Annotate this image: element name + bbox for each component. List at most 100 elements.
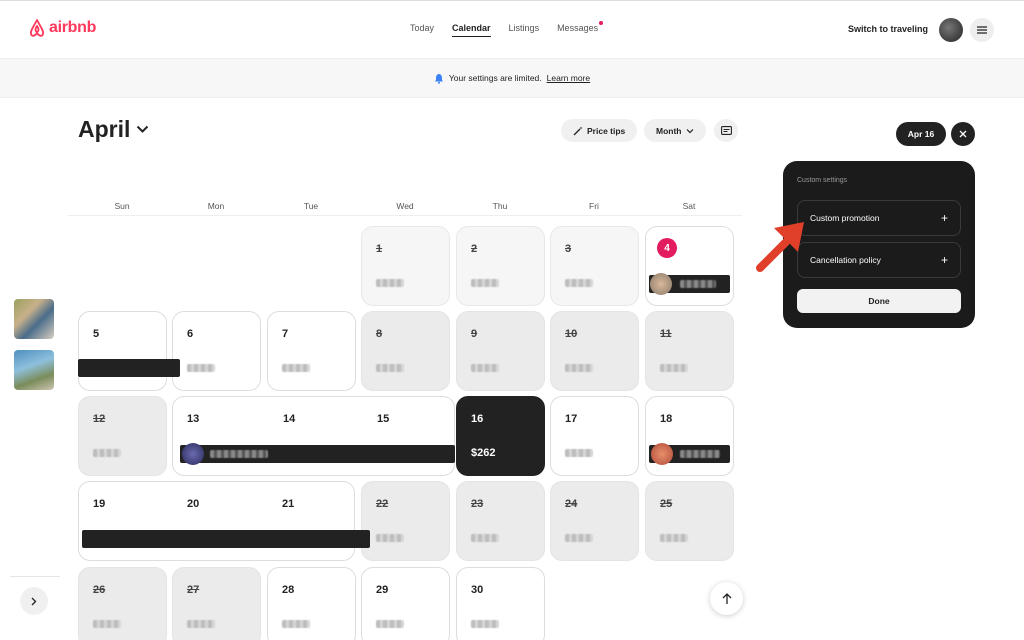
guest-avatar bbox=[650, 273, 672, 295]
weekday-mon: Mon bbox=[207, 201, 225, 211]
blurred-price bbox=[187, 620, 215, 628]
listing-view-button[interactable] bbox=[714, 119, 738, 142]
day-price: $262 bbox=[471, 447, 496, 459]
day-number: 15 bbox=[377, 413, 390, 425]
day-number: 28 bbox=[282, 584, 295, 596]
weekday-sat: Sat bbox=[682, 201, 696, 211]
learn-more-link[interactable]: Learn more bbox=[547, 73, 590, 83]
day-number: 20 bbox=[187, 498, 200, 510]
blurred-price bbox=[565, 449, 593, 457]
hamburger-icon bbox=[977, 26, 987, 34]
reservation-bar[interactable] bbox=[78, 359, 180, 377]
chevron-right-icon bbox=[31, 597, 37, 605]
nav-messages[interactable]: Messages bbox=[557, 21, 604, 37]
airbnb-logo[interactable]: airbnb bbox=[28, 18, 96, 38]
logo-text: airbnb bbox=[49, 19, 97, 36]
month-selector[interactable]: April bbox=[78, 116, 149, 143]
day-number: 16 bbox=[471, 413, 484, 425]
weekday-thu: Thu bbox=[492, 201, 508, 211]
bell-icon bbox=[434, 73, 443, 84]
day-number: 9 bbox=[471, 328, 478, 340]
blurred-price bbox=[660, 534, 688, 542]
close-panel-button[interactable] bbox=[951, 122, 975, 146]
cancellation-policy-row[interactable]: Cancellation policy + bbox=[797, 242, 961, 278]
day-number: 8 bbox=[376, 328, 383, 340]
day-number: 29 bbox=[376, 584, 389, 596]
arrow-up-icon bbox=[722, 592, 731, 604]
day-number: 19 bbox=[93, 498, 106, 510]
guest-avatar bbox=[651, 443, 673, 465]
nav-calendar[interactable]: Calendar bbox=[452, 23, 491, 37]
calendar-day-24: 24 bbox=[550, 481, 639, 561]
calendar-day-7[interactable]: 7 bbox=[267, 311, 356, 391]
blurred-guest-name bbox=[680, 450, 720, 458]
chevron-down-icon bbox=[686, 128, 693, 133]
calendar-day-17[interactable]: 17 bbox=[550, 396, 639, 476]
expand-sidebar-button[interactable] bbox=[20, 587, 48, 615]
blurred-price bbox=[471, 534, 499, 542]
menu-button[interactable] bbox=[970, 18, 994, 42]
blurred-price bbox=[660, 364, 688, 372]
price-tips-button[interactable]: Price tips bbox=[561, 119, 638, 142]
nav-listings[interactable]: Listings bbox=[509, 23, 540, 37]
blurred-price bbox=[376, 364, 404, 372]
weekday-sun: Sun bbox=[114, 201, 130, 211]
view-selector[interactable]: Month bbox=[644, 119, 706, 142]
day-number: 17 bbox=[565, 413, 578, 425]
reservation-bar[interactable] bbox=[82, 530, 370, 548]
blurred-price bbox=[471, 279, 499, 287]
unread-dot bbox=[599, 21, 604, 25]
blurred-price bbox=[282, 620, 310, 628]
day-number: 14 bbox=[283, 413, 296, 425]
day-number: 7 bbox=[282, 328, 289, 340]
calendar-day-range-19-21[interactable]: 19 20 21 bbox=[78, 481, 355, 561]
plus-icon: + bbox=[940, 211, 948, 225]
banner-text: Your settings are limited. bbox=[448, 73, 542, 83]
blurred-price bbox=[471, 620, 499, 628]
calendar-day-29[interactable]: 29 bbox=[361, 567, 450, 640]
day-number: 3 bbox=[565, 243, 572, 255]
listing-thumbnail[interactable] bbox=[14, 350, 54, 390]
plus-icon: + bbox=[940, 253, 948, 267]
selected-date-pill[interactable]: Apr 16 bbox=[896, 122, 946, 146]
day-number: 23 bbox=[471, 498, 484, 510]
calendar-day-1: 1 bbox=[361, 226, 450, 306]
divider bbox=[10, 576, 60, 577]
blurred-price bbox=[471, 364, 499, 372]
blurred-price bbox=[565, 364, 593, 372]
price-tips-label: Price tips bbox=[587, 125, 626, 136]
blurred-price bbox=[565, 279, 593, 287]
calendar-day-30[interactable]: 30 bbox=[456, 567, 545, 640]
main-nav: Today Calendar Listings Messages bbox=[410, 21, 604, 37]
weekday-fri: Fri bbox=[589, 201, 599, 211]
calendar-day-16[interactable]: 16 $262 bbox=[456, 396, 545, 476]
magic-wand-icon bbox=[573, 126, 583, 135]
calendar-day-5[interactable]: 5 bbox=[78, 311, 167, 391]
weekday-wed: Wed bbox=[396, 201, 414, 211]
calendar-day-25: 25 bbox=[645, 481, 734, 561]
calendar-day-2: 2 bbox=[456, 226, 545, 306]
day-number: 10 bbox=[565, 328, 578, 340]
calendar-day-range-13-15[interactable]: 13 14 15 bbox=[172, 396, 455, 476]
nav-messages-label: Messages bbox=[557, 23, 599, 33]
done-button[interactable]: Done bbox=[797, 289, 961, 313]
day-number: 11 bbox=[660, 328, 672, 340]
custom-promotion-row[interactable]: Custom promotion + bbox=[797, 200, 961, 236]
calendar-day-6[interactable]: 6 bbox=[172, 311, 261, 391]
calendar-day-8: 8 bbox=[361, 311, 450, 391]
day-number: 13 bbox=[187, 413, 200, 425]
switch-to-traveling-link[interactable]: Switch to traveling bbox=[848, 24, 928, 34]
calendar-day-11: 11 bbox=[645, 311, 734, 391]
cancellation-policy-label: Cancellation policy bbox=[810, 255, 881, 265]
day-number: 2 bbox=[471, 243, 478, 255]
divider bbox=[68, 215, 742, 216]
listing-thumbnail[interactable] bbox=[14, 299, 54, 339]
calendar-day-28[interactable]: 28 bbox=[267, 567, 356, 640]
scroll-to-top-button[interactable] bbox=[710, 582, 743, 615]
blurred-price bbox=[376, 620, 404, 628]
weekday-tue: Tue bbox=[303, 201, 319, 211]
day-number: 6 bbox=[187, 328, 194, 340]
user-avatar[interactable] bbox=[939, 18, 963, 42]
nav-today[interactable]: Today bbox=[410, 23, 434, 37]
top-header: airbnb Today Calendar Listings Messages … bbox=[0, 0, 1024, 58]
